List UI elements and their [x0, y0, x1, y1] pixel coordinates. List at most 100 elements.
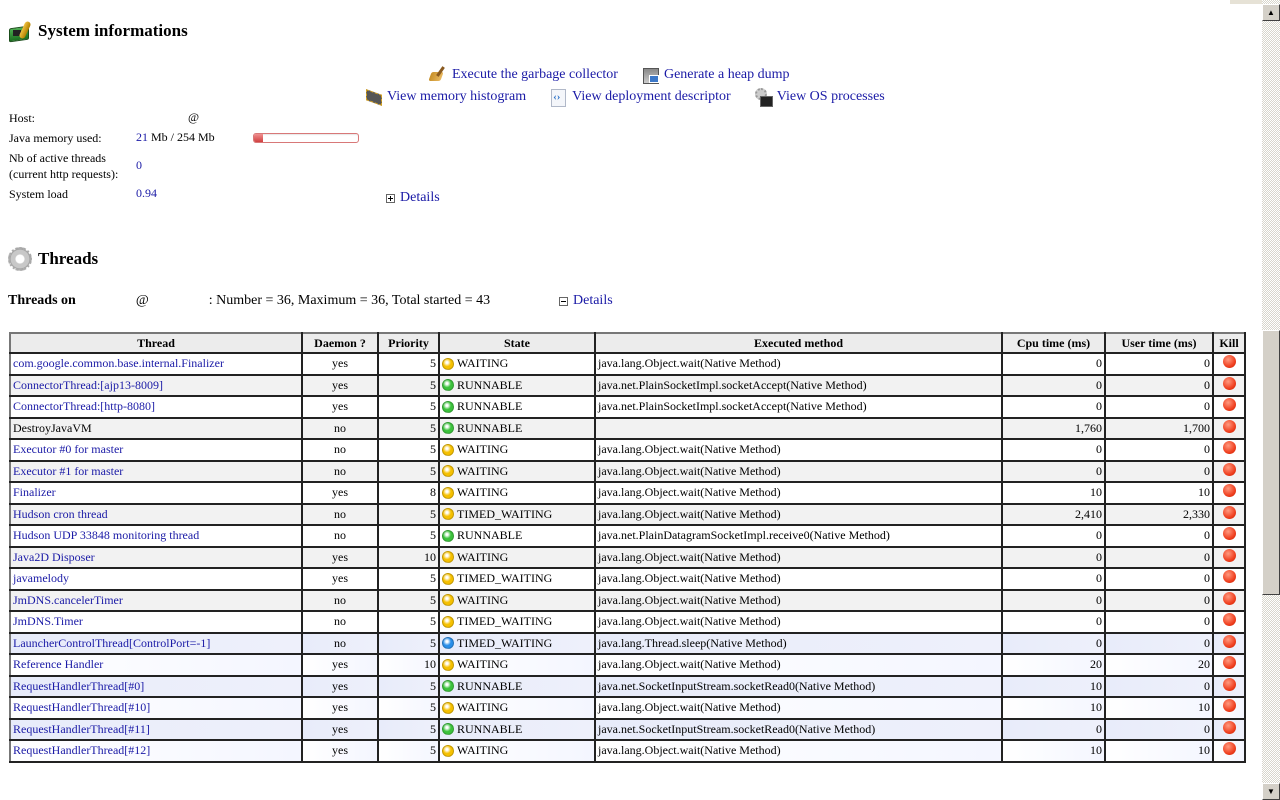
threads-title: Threads — [38, 249, 99, 268]
col-executed-method[interactable]: Executed method — [594, 332, 1003, 354]
kill-cell — [1212, 481, 1246, 505]
thread-row: Executor #1 for master no 5 WAITING java.lan… — [9, 459, 1246, 483]
thread-name-link[interactable]: Finalizer — [13, 485, 56, 499]
kill-thread-icon[interactable] — [1222, 591, 1236, 605]
thread-name-link[interactable]: com.google.common.base.internal.Finalize… — [13, 356, 224, 370]
kill-thread-icon[interactable] — [1222, 505, 1236, 519]
daemon-cell: no — [301, 416, 379, 440]
state-label: TIMED_WAITING — [457, 506, 553, 521]
deployment-descriptor-link[interactable]: View deployment descriptor — [548, 88, 731, 107]
scroll-down-button[interactable]: ▼ — [1262, 783, 1280, 800]
col-kill[interactable]: Kill — [1212, 332, 1246, 354]
state-cell: WAITING — [438, 352, 596, 376]
thread-name-link[interactable]: JmDNS.Timer — [13, 614, 83, 628]
thread-name-link[interactable]: RequestHandlerThread[#12] — [13, 743, 150, 757]
kill-thread-icon[interactable] — [1222, 462, 1236, 476]
thread-name-link[interactable]: RequestHandlerThread[#0] — [13, 679, 144, 693]
kill-thread-icon[interactable] — [1222, 355, 1236, 369]
state-cell: WAITING — [438, 696, 596, 720]
thread-name-cell: LauncherControlThread[ControlPort=-1] — [9, 631, 303, 655]
gc-button[interactable]: Execute the garbage collector — [428, 66, 618, 84]
user-time-cell: 0 — [1104, 545, 1214, 569]
kill-thread-icon[interactable] — [1222, 656, 1236, 670]
state-label: WAITING — [457, 700, 509, 715]
kill-thread-icon[interactable] — [1222, 548, 1236, 562]
thread-name-link[interactable]: ConnectorThread:[ajp13-8009] — [13, 378, 163, 392]
priority-cell: 5 — [377, 438, 440, 462]
kill-thread-icon[interactable] — [1222, 527, 1236, 541]
state-cell: TIMED_WAITING — [438, 502, 596, 526]
kill-cell — [1212, 610, 1246, 634]
kill-thread-icon[interactable] — [1222, 613, 1236, 627]
kill-thread-icon[interactable] — [1222, 634, 1236, 648]
scroll-up-button[interactable]: ▲ — [1262, 4, 1280, 21]
thread-name-link[interactable]: JmDNS.cancelerTimer — [13, 593, 123, 607]
kill-thread-icon[interactable] — [1222, 570, 1236, 584]
col-cpu-time[interactable]: Cpu time (ms) — [1001, 332, 1106, 354]
thread-name-link[interactable]: Hudson cron thread — [13, 507, 108, 521]
vertical-scrollbar[interactable]: ▲ ▼ — [1262, 0, 1280, 800]
kill-thread-icon[interactable] — [1222, 742, 1236, 756]
state-dot-icon — [442, 744, 454, 757]
thread-row: Java2D Disposer yes 10 WAITING java.lang.Obj… — [9, 545, 1246, 569]
col-priority[interactable]: Priority — [377, 332, 440, 354]
thread-row: ConnectorThread:[ajp13-8009] yes 5 RUNNABLE… — [9, 373, 1246, 397]
state-dot-icon — [442, 508, 454, 521]
priority-cell: 5 — [377, 502, 440, 526]
daemon-cell: yes — [301, 481, 379, 505]
threads-details-toggle[interactable]: Details — [559, 293, 613, 309]
col-thread[interactable]: Thread — [9, 332, 303, 354]
user-time-cell: 0 — [1104, 438, 1214, 462]
thread-name-link[interactable]: Reference Handler — [13, 657, 103, 671]
cpu-time-cell: 0 — [1001, 588, 1106, 612]
user-time-cell: 0 — [1104, 352, 1214, 376]
col-daemon[interactable]: Daemon ? — [301, 332, 379, 354]
kill-thread-icon[interactable] — [1222, 699, 1236, 713]
thread-name-link[interactable]: RequestHandlerThread[#11] — [13, 722, 150, 736]
top-edge — [1230, 0, 1262, 4]
cpu-time-cell: 0 — [1001, 610, 1106, 634]
daemon-cell: yes — [301, 352, 379, 376]
state-dot-icon — [442, 680, 454, 693]
state-cell: WAITING — [438, 459, 596, 483]
thread-name-link[interactable]: javamelody — [13, 571, 69, 585]
priority-cell: 5 — [377, 352, 440, 376]
kill-thread-icon[interactable] — [1222, 441, 1236, 455]
memory-used: 21 — [136, 130, 148, 144]
col-state[interactable]: State — [438, 332, 596, 354]
state-dot-icon — [442, 658, 454, 671]
daemon-cell: yes — [301, 653, 379, 677]
executed-method-cell — [594, 416, 1003, 440]
thread-name-link[interactable]: Executor #1 for master — [13, 464, 123, 478]
heap-dump-button[interactable]: Generate a heap dump — [640, 66, 790, 84]
state-label: RUNNABLE — [457, 678, 523, 693]
kill-thread-icon[interactable] — [1222, 419, 1236, 433]
system-details-toggle[interactable]: Details — [386, 190, 440, 206]
memory-histogram-link[interactable]: View memory histogram — [363, 88, 526, 106]
thread-name-cell: RequestHandlerThread[#12] — [9, 739, 303, 763]
thread-name-link[interactable]: Java2D Disposer — [13, 550, 95, 564]
kill-thread-icon[interactable] — [1222, 720, 1236, 734]
scrollbar-thumb[interactable] — [1262, 330, 1280, 595]
thread-name-link[interactable]: LauncherControlThread[ControlPort=-1] — [13, 636, 210, 650]
thread-name-link[interactable]: RequestHandlerThread[#10] — [13, 700, 150, 714]
priority-cell: 10 — [377, 653, 440, 677]
state-cell: TIMED_WAITING — [438, 567, 596, 591]
system-load-number: 0.94 — [136, 186, 157, 200]
thread-name-link[interactable]: Executor #0 for master — [13, 442, 123, 456]
executed-method-cell: java.lang.Object.wait(Native Method) — [594, 588, 1003, 612]
thread-name-link[interactable]: ConnectorThread:[http-8080] — [13, 399, 155, 413]
user-time-cell: 10 — [1104, 739, 1214, 763]
daemon-cell: no — [301, 631, 379, 655]
kill-thread-icon[interactable] — [1222, 376, 1236, 390]
kill-thread-icon[interactable] — [1222, 677, 1236, 691]
kill-thread-icon[interactable] — [1222, 398, 1236, 412]
col-user-time[interactable]: User time (ms) — [1104, 332, 1214, 354]
kill-cell — [1212, 502, 1246, 526]
state-cell: RUNNABLE — [438, 674, 596, 698]
os-processes-link[interactable]: View OS processes — [753, 88, 885, 107]
memory-value: 21 Mb / 254 Mb — [136, 130, 215, 145]
thread-name-link[interactable]: Hudson UDP 33848 monitoring thread — [13, 528, 199, 542]
kill-thread-icon[interactable] — [1222, 484, 1236, 498]
priority-cell: 5 — [377, 567, 440, 591]
